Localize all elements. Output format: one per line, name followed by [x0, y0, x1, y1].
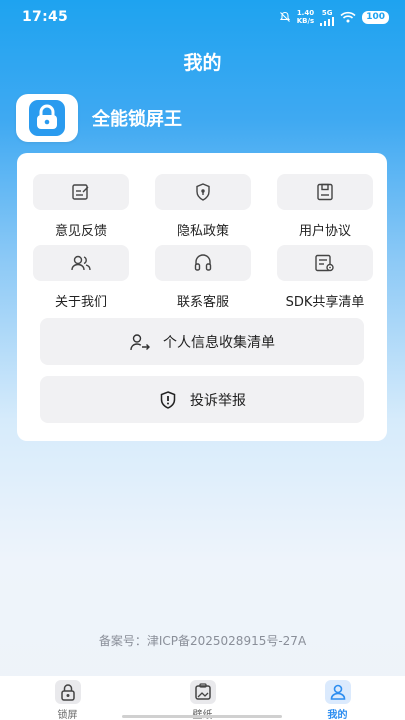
net-speed: 1.40 KB/s: [297, 9, 314, 25]
privacy-label: 隐私政策: [176, 224, 229, 239]
agreement-label: 用户协议: [298, 224, 351, 239]
menu-item-privacy[interactable]: 隐私政策: [153, 174, 253, 239]
status-icons: 1.40 KB/s 5G 100: [279, 9, 389, 26]
headset-icon: [194, 254, 212, 271]
bottom-tab-bar: 锁屏 壁纸 我的: [0, 676, 405, 720]
personal-info-label: 个人信息收集清单: [163, 334, 275, 351]
about-us-icon: [71, 255, 91, 271]
app-logo: [16, 94, 78, 142]
tab-lockscreen[interactable]: 锁屏: [28, 680, 108, 720]
sdk-button[interactable]: [277, 245, 373, 281]
report-label: 投诉举报: [190, 392, 246, 409]
menu-item-feedback[interactable]: 意见反馈: [31, 174, 131, 239]
personal-info-button[interactable]: 个人信息收集清单: [40, 318, 364, 365]
report-shield-icon: [160, 390, 176, 409]
about-label: 关于我们: [54, 295, 107, 310]
menu-item-support[interactable]: 联系客服: [153, 245, 253, 310]
agreement-button[interactable]: [277, 174, 373, 210]
net-speed-unit: KB/s: [296, 17, 315, 25]
menu-item-agreement[interactable]: 用户协议: [275, 174, 375, 239]
sdk-list-icon: [315, 254, 334, 272]
status-bar: 17:45 1.40 KB/s 5G 100: [0, 0, 405, 34]
mute-icon: [279, 11, 290, 22]
agreement-icon: [317, 183, 333, 201]
about-button[interactable]: [33, 245, 129, 281]
net-speed-value: 1.40: [296, 9, 315, 17]
cell-signal: 5G: [320, 8, 335, 26]
tab-profile[interactable]: 我的: [298, 680, 378, 720]
icp-record[interactable]: 备案号：津ICP备2025028915号-27A: [0, 632, 405, 649]
feedback-button[interactable]: [33, 174, 129, 210]
home-indicator: [122, 715, 282, 718]
app-info: 全能锁屏王: [16, 94, 182, 142]
tab-lockscreen-label: 锁屏: [57, 710, 78, 720]
menu-item-sdk[interactable]: SDK共享清单: [275, 245, 375, 310]
app-name: 全能锁屏王: [92, 109, 182, 130]
battery-indicator: 100: [362, 10, 389, 24]
tab-profile-label: 我的: [327, 710, 348, 720]
lock-tab-icon: [54, 680, 81, 704]
page-title: 我的: [183, 52, 222, 74]
feedback-icon: [72, 184, 89, 200]
menu-item-about[interactable]: 关于我们: [31, 245, 131, 310]
support-button[interactable]: [155, 245, 251, 281]
support-label: 联系客服: [176, 295, 229, 310]
user-info-icon: [130, 333, 150, 350]
wallpaper-tab-icon: [189, 680, 216, 704]
profile-tab-icon: [324, 680, 351, 704]
sdk-label: SDK共享清单: [285, 295, 365, 310]
report-button[interactable]: 投诉举报: [40, 376, 364, 423]
privacy-shield-icon: [196, 183, 210, 201]
signal-icon: [320, 16, 335, 26]
tab-wallpaper[interactable]: 壁纸: [163, 680, 243, 720]
menu-card: 意见反馈 隐私政策 用户协议 关于我们 联系客服 SDK共享清单 个人信息收集清…: [17, 153, 387, 441]
lock-icon: [29, 100, 65, 136]
privacy-button[interactable]: [155, 174, 251, 210]
wifi-icon: [340, 11, 356, 23]
status-time: 17:45: [22, 9, 69, 25]
feedback-label: 意见反馈: [54, 224, 107, 239]
network-type: 5G: [321, 8, 333, 17]
